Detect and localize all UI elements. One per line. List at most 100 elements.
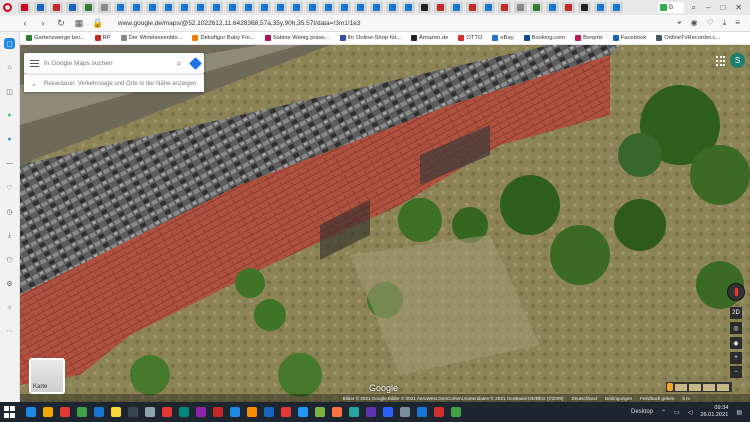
taskbar-app-icon[interactable] (145, 407, 155, 417)
reload-icon[interactable]: ↻ (56, 18, 66, 29)
taskbar-app-icon[interactable] (26, 407, 36, 417)
maps-search-input[interactable] (44, 60, 172, 67)
menu-dots-icon[interactable]: ≡ (735, 18, 740, 28)
taskbar-app-icon[interactable] (281, 407, 291, 417)
browser-tab[interactable] (578, 2, 591, 13)
heart-icon[interactable]: ♡ (4, 182, 15, 193)
history-icon[interactable]: ◷ (4, 206, 15, 217)
snapshot-icon[interactable]: ◉ (691, 18, 698, 28)
taskbar-app-icon[interactable] (213, 407, 223, 417)
browser-tab[interactable] (178, 2, 191, 13)
taskbar-app-icon[interactable] (230, 407, 240, 417)
browser-tab[interactable] (562, 2, 575, 13)
browser-tab[interactable] (210, 2, 223, 13)
layer-toggle-button[interactable]: Karte (29, 358, 65, 394)
browser-tab[interactable] (530, 2, 543, 13)
clock[interactable]: 09:34 26.01.2021 (700, 405, 728, 419)
taskbar-app-icon[interactable] (383, 407, 393, 417)
taskbar-app-icon[interactable] (94, 407, 104, 417)
taskbar-app-icon[interactable] (43, 407, 53, 417)
browser-tab[interactable] (322, 2, 335, 13)
search-tabs-icon[interactable]: ⌕ (692, 3, 696, 13)
tray-arrow-icon[interactable]: ⌃ (661, 409, 666, 416)
search-icon[interactable]: ⌕ (172, 59, 186, 69)
hamburger-menu-icon[interactable] (24, 60, 44, 67)
browser-tab[interactable] (66, 2, 79, 13)
browser-tab[interactable] (306, 2, 319, 13)
taskbar-app-icon[interactable] (111, 407, 121, 417)
taskbar-app-icon[interactable] (162, 407, 172, 417)
bookmark-item[interactable]: OTTO (458, 35, 482, 41)
bookmark-item[interactable]: Dekofigur Baby Fin... (192, 35, 255, 41)
taskbar-app-icon[interactable] (247, 407, 257, 417)
location-icon[interactable]: ⌖ (677, 18, 682, 28)
bookmark-item[interactable]: Der Wirtelsesenblo... (120, 35, 182, 41)
browser-tab[interactable] (482, 2, 495, 13)
more-icon[interactable]: ··· (4, 326, 15, 337)
browser-tab[interactable] (114, 2, 127, 13)
windows-start-icon[interactable] (4, 406, 16, 418)
taskbar-app-icon[interactable] (366, 407, 376, 417)
bookmark-item[interactable]: Booking.com (523, 35, 565, 41)
bookmark-item[interactable]: Bonprix (575, 35, 603, 41)
bookmark-item[interactable]: Ihr Online-Shop für... (339, 35, 401, 41)
feedback-link[interactable]: Feedback geben (640, 396, 674, 401)
forward-icon[interactable]: › (38, 18, 48, 28)
browser-tab[interactable] (274, 2, 287, 13)
speed-dial-icon[interactable]: ▢ (4, 38, 15, 49)
bookmark-item[interactable]: eBay (492, 35, 514, 41)
back-icon[interactable]: ‹ (20, 18, 30, 28)
maximize-icon[interactable]: □ (720, 3, 725, 13)
browser-tab[interactable] (290, 2, 303, 13)
browser-tab[interactable] (402, 2, 415, 13)
browser-tab[interactable] (354, 2, 367, 13)
network-icon[interactable]: ▭ (674, 409, 680, 416)
taskbar-app-icon[interactable] (298, 407, 308, 417)
browser-tab[interactable] (146, 2, 159, 13)
zoom-in-button[interactable]: + (730, 352, 742, 364)
browser-tab[interactable] (338, 2, 351, 13)
notifications-icon[interactable]: ▤ (736, 409, 742, 416)
bookmark-item[interactable]: Gartenzwerge bei... (26, 35, 85, 41)
taskbar-app-icon[interactable] (332, 407, 342, 417)
browser-tab[interactable] (50, 2, 63, 13)
bookmark-item[interactable]: Facebook (612, 35, 646, 41)
zoom-out-button[interactable]: − (730, 366, 742, 378)
account-avatar[interactable]: S (730, 53, 745, 68)
view-2d-button[interactable]: 2D (730, 307, 742, 319)
tab-google-maps[interactable]: G (657, 2, 684, 13)
browser-tab[interactable] (498, 2, 511, 13)
minimize-icon[interactable]: – (706, 3, 710, 13)
browser-tab[interactable] (418, 2, 431, 13)
browser-tab[interactable] (130, 2, 143, 13)
taskbar-app-icon[interactable] (77, 407, 87, 417)
download-icon[interactable]: ⤓ (723, 18, 727, 28)
pegman-icon[interactable] (667, 383, 673, 391)
browser-tab[interactable] (514, 2, 527, 13)
url-field[interactable]: www.google.de/maps/@52.1022612,11.642836… (118, 20, 669, 27)
chevron-down-icon[interactable]: ⌄ (24, 80, 44, 88)
browser-tab[interactable] (594, 2, 607, 13)
location-button-icon[interactable]: ◉ (730, 337, 742, 349)
browser-tab[interactable] (18, 2, 31, 13)
taskbar-app-icon[interactable] (315, 407, 325, 417)
browser-tab[interactable] (434, 2, 447, 13)
desktop-label[interactable]: Desktop (631, 409, 653, 415)
browser-tab[interactable] (194, 2, 207, 13)
taskbar-app-icon[interactable] (128, 407, 138, 417)
browser-tab[interactable] (34, 2, 47, 13)
browser-tab[interactable] (162, 2, 175, 13)
lightbulb-icon[interactable]: ☼ (4, 302, 15, 313)
browser-tab[interactable] (466, 2, 479, 13)
taskbar-app-icon[interactable] (434, 407, 444, 417)
taskbar-app-icon[interactable] (179, 407, 189, 417)
globe-icon[interactable]: ◎ (730, 322, 742, 334)
home-grid-icon[interactable]: ▦ (74, 18, 84, 29)
route-info-panel[interactable]: ⌄ Reisedauer, Verkehrslage und Orte in d… (24, 74, 204, 92)
street-view-tray[interactable] (666, 382, 732, 392)
bookmark-heart-icon[interactable]: ♡ (707, 18, 714, 28)
taskbar-app-icon[interactable] (451, 407, 461, 417)
terms-link[interactable]: Bedingungen (605, 396, 632, 401)
google-apps-icon[interactable] (716, 56, 726, 66)
bookmark-item[interactable]: RP (94, 35, 111, 41)
